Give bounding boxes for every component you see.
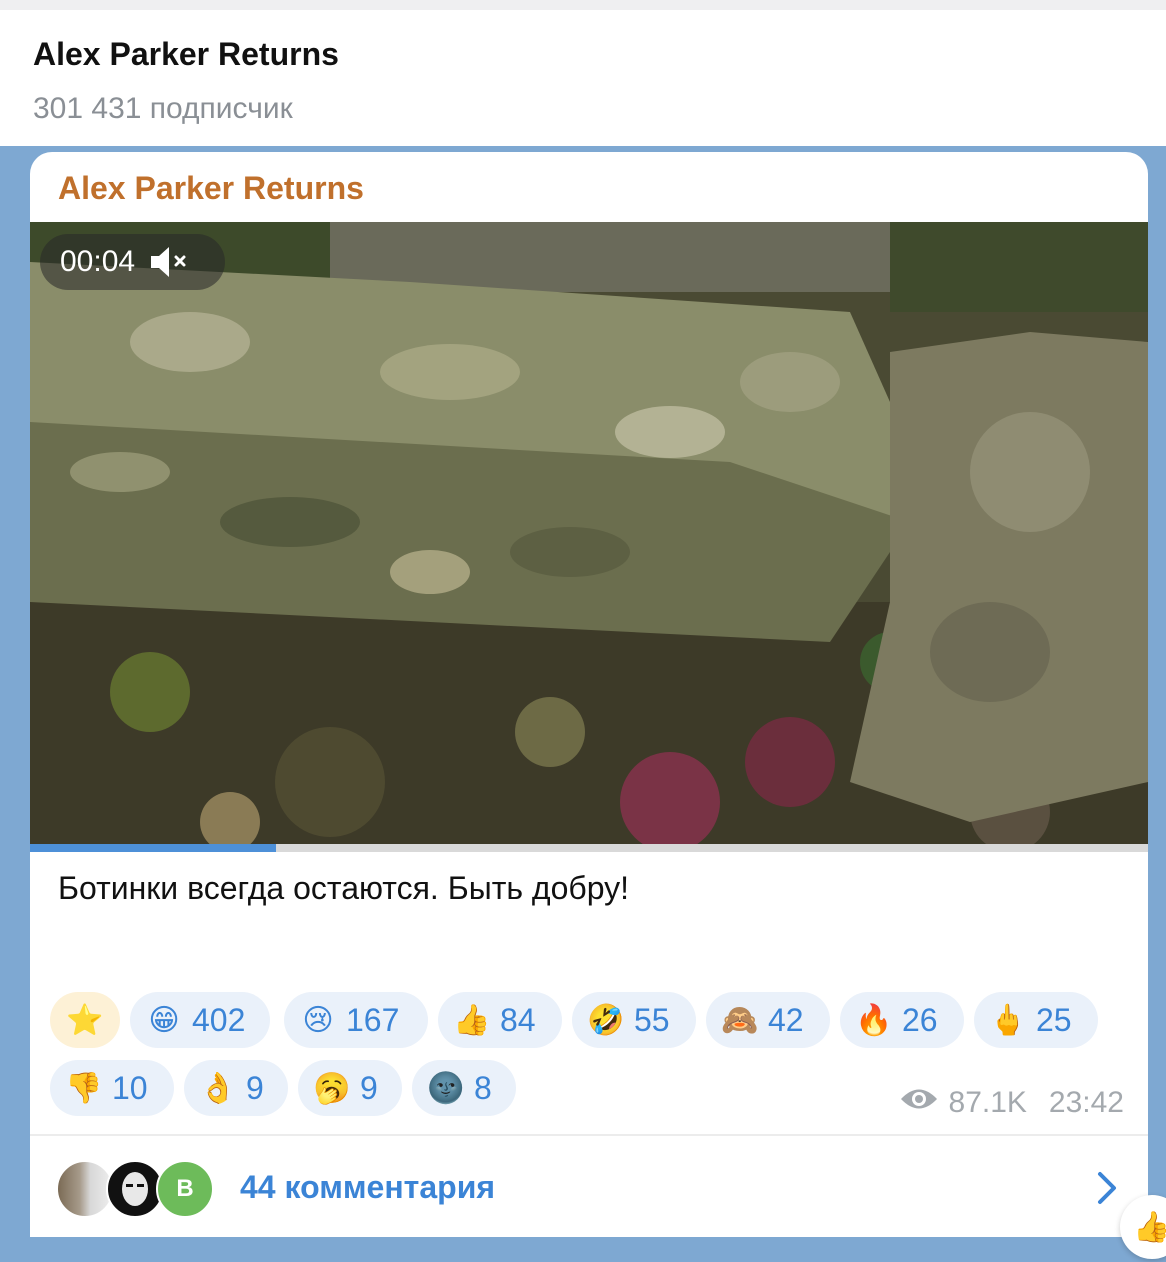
reaction-count: 167 — [346, 1001, 400, 1038]
muted-speaker-icon[interactable] — [149, 245, 193, 279]
reaction-count: 84 — [500, 1001, 536, 1038]
new-moon-face-icon: 🌚 — [427, 1071, 465, 1105]
message-time: 23:42 — [1048, 1086, 1124, 1119]
eye-icon — [899, 1086, 939, 1120]
reaction-fire[interactable]: 🔥 26 — [840, 992, 964, 1048]
reaction-thumbs-up[interactable]: 👍 84 — [438, 992, 562, 1048]
rofl-emoji-icon: 🤣 — [587, 1003, 625, 1037]
reaction-count: 42 — [768, 1001, 804, 1038]
ok-hand-icon: 👌 — [199, 1071, 237, 1105]
message-caption: Ботинки всегда остаются. Быть добру! — [58, 870, 630, 906]
middle-finger-icon: 🖕 — [989, 1003, 1027, 1037]
reaction-ok-hand[interactable]: 👌 9 — [184, 1060, 288, 1116]
comments-button[interactable]: B 44 комментария — [30, 1136, 1148, 1237]
reaction-rofl[interactable]: 🤣 55 — [572, 992, 696, 1048]
yawn-emoji-icon: 🥱 — [313, 1071, 351, 1105]
reaction-count: 26 — [902, 1001, 938, 1038]
avatar-letter: B — [156, 1160, 214, 1218]
video-time: 00:04 — [60, 245, 136, 278]
message-meta: 87.1K 23:42 — [899, 1086, 1124, 1120]
grin-emoji-icon: 😁 — [148, 1003, 180, 1037]
views-value: 87.1K — [948, 1086, 1027, 1119]
reaction-count: 402 — [192, 1001, 246, 1038]
reaction-thumbs-down[interactable]: 👎 10 — [50, 1060, 174, 1116]
video-frame — [30, 222, 1148, 852]
reaction-new-moon-face[interactable]: 🌚 8 — [412, 1060, 516, 1116]
reaction-count: 8 — [474, 1069, 492, 1106]
thumbs-up-icon: 👍 — [453, 1003, 491, 1037]
reaction-see-no-evil[interactable]: 🙈 42 — [706, 992, 830, 1048]
message-author[interactable]: Alex Parker Returns — [58, 170, 364, 207]
reaction-yawn[interactable]: 🥱 9 — [298, 1060, 402, 1116]
comments-count: 44 комментария — [240, 1169, 496, 1205]
fire-icon: 🔥 — [855, 1003, 893, 1037]
video-player[interactable]: 00:04 — [30, 222, 1148, 852]
commenter-avatars: B — [56, 1160, 216, 1218]
video-progress-fill — [30, 844, 276, 852]
see-no-evil-monkey-icon: 🙈 — [721, 1003, 759, 1037]
video-time-badge[interactable]: 00:04 — [40, 234, 225, 290]
cry-emoji-icon: 😢 — [302, 1003, 334, 1037]
channel-header[interactable]: Alex Parker Returns 301 431 подписчик — [0, 0, 1166, 146]
subscriber-count: 301 431 подписчик — [33, 92, 293, 125]
star-icon: ⭐ — [66, 1003, 104, 1037]
reaction-star[interactable]: ⭐ — [50, 992, 120, 1048]
thumbs-up-icon: 👍 — [1133, 1210, 1166, 1244]
reaction-count: 9 — [360, 1069, 378, 1106]
reaction-count: 10 — [112, 1069, 148, 1106]
view-count: 87.1K — [899, 1086, 1027, 1120]
thumbs-down-icon: 👎 — [65, 1071, 103, 1105]
channel-title: Alex Parker Returns — [33, 36, 339, 72]
message-bubble[interactable]: Alex Parker Returns 00:04 Ботинки всегда… — [30, 152, 1148, 1237]
reaction-middle-finger[interactable]: 🖕 25 — [974, 992, 1098, 1048]
reaction-grin[interactable]: 😁 402 — [130, 992, 270, 1048]
reaction-cry[interactable]: 😢 167 — [284, 992, 428, 1048]
reaction-count: 25 — [1036, 1001, 1072, 1038]
video-progress-bar[interactable] — [30, 844, 1148, 852]
reaction-count: 55 — [634, 1001, 670, 1038]
chevron-right-icon — [1096, 1170, 1118, 1211]
reaction-count: 9 — [246, 1069, 264, 1106]
